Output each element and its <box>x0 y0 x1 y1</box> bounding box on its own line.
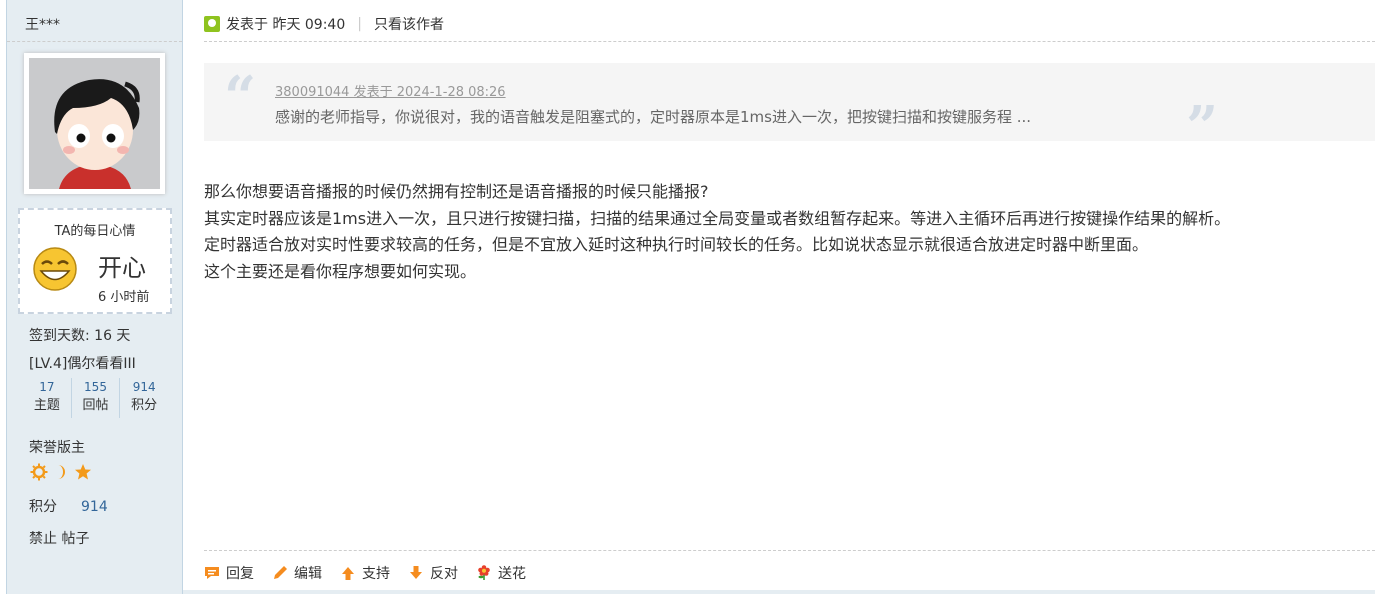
post-main: 发表于 昨天 09:40 | 只看该作者 “ 380091044 发表于 202… <box>183 0 1375 594</box>
oppose-icon <box>410 566 422 579</box>
count-label: 积分 <box>131 398 158 413</box>
reply-label: 回复 <box>226 566 254 582</box>
meta-divider <box>204 41 1375 42</box>
send-flower-button[interactable]: 送花 <box>476 563 526 583</box>
user-rank[interactable]: 荣誉版主 <box>29 437 85 457</box>
daily-mood-box: TA的每日心情 开心 6 小时前 <box>18 208 172 314</box>
actions-divider <box>204 550 1375 551</box>
support-label: 支持 <box>362 566 390 582</box>
credits-value: 914 <box>81 499 108 515</box>
quote-text: 感谢的老师指导，你说很对，我的语音触发是阻塞式的，定时器原本是1ms进入一次，把… <box>275 108 1032 126</box>
support-button[interactable]: 支持 <box>340 563 390 583</box>
signin-days: 签到天数: 16 天 <box>29 328 131 344</box>
edit-label: 编辑 <box>294 566 322 582</box>
post-body: 那么你想要语音播报的时候仍然拥有控制还是语音播报的时候只能播报? 其实定时器应该… <box>204 179 1230 285</box>
open-quote-icon: “ <box>224 64 257 130</box>
posted-time: 昨天 09:40 <box>272 17 346 33</box>
post-meta: 发表于 昨天 09:40 | 只看该作者 <box>204 14 444 34</box>
mood-word: 开心 <box>98 254 146 282</box>
author-sidebar: 王*** TA的每日心情 开心 6 小时前 签到天数: 16 天 [LV.4]偶… <box>6 0 183 594</box>
online-status-icon <box>204 16 220 32</box>
bottom-bar <box>183 590 1375 594</box>
count-number[interactable]: 17 <box>23 378 71 396</box>
count-replies[interactable]: 155 回帖 <box>72 378 121 418</box>
support-icon <box>342 567 354 580</box>
posted-label: 发表于 <box>226 17 268 33</box>
close-quote-icon: ” <box>1186 94 1219 160</box>
oppose-button[interactable]: 反对 <box>408 563 458 583</box>
reply-button[interactable]: 回复 <box>204 563 254 583</box>
count-number[interactable]: 914 <box>120 378 168 396</box>
star-medal-icon <box>75 464 91 480</box>
post-line: 那么你想要语音播报的时候仍然拥有控制还是语音播报的时候只能播报? <box>204 182 709 201</box>
mood-time: 6 小时前 <box>98 290 150 305</box>
user-counts: 17 主题 155 回帖 914 积分 <box>23 378 168 418</box>
quote-source-link[interactable]: 380091044 发表于 2024-1-28 08:26 <box>275 81 506 100</box>
count-credits[interactable]: 914 积分 <box>120 378 168 418</box>
post-actions: 回复 编辑 支持 反对 送花 <box>204 563 544 583</box>
avatar[interactable] <box>24 53 165 194</box>
mood-title: TA的每日心情 <box>54 224 136 239</box>
meta-separator: | <box>357 16 362 32</box>
count-number[interactable]: 155 <box>72 378 120 396</box>
medals <box>30 463 92 481</box>
post-line: 定时器适合放对实时性要求较高的任务，但是不宜放入延时这种执行时间较长的任务。比如… <box>204 235 1149 254</box>
quote-block: “ 380091044 发表于 2024-1-28 08:26 感谢的老师指导，… <box>204 63 1375 155</box>
flower-icon <box>478 565 490 580</box>
sun-medal-icon <box>30 463 48 481</box>
avatar-image <box>29 58 160 189</box>
count-threads[interactable]: 17 主题 <box>23 378 72 418</box>
credits-label: 积分 <box>29 499 57 515</box>
user-level[interactable]: [LV.4]偶尔看看III <box>29 353 136 373</box>
author-name[interactable]: 王*** <box>7 0 182 42</box>
post-line: 其实定时器应该是1ms进入一次，且只进行按键扫描，扫描的结果通过全局变量或者数组… <box>204 208 1231 228</box>
reply-icon <box>205 567 219 579</box>
edit-icon <box>274 566 287 579</box>
happy-face-icon <box>33 247 77 291</box>
moon-medal-icon <box>58 465 65 479</box>
count-label: 主题 <box>33 398 60 413</box>
edit-button[interactable]: 编辑 <box>272 563 322 583</box>
post-line: 这个主要还是看你程序想要如何实现。 <box>204 261 477 281</box>
count-label: 回帖 <box>82 398 109 413</box>
credits-line: 积分 914 <box>29 496 108 516</box>
oppose-label: 反对 <box>430 566 458 582</box>
ban-status: 禁止 帖子 <box>29 531 90 547</box>
only-author-link[interactable]: 只看该作者 <box>374 14 444 34</box>
flower-label: 送花 <box>498 566 526 582</box>
